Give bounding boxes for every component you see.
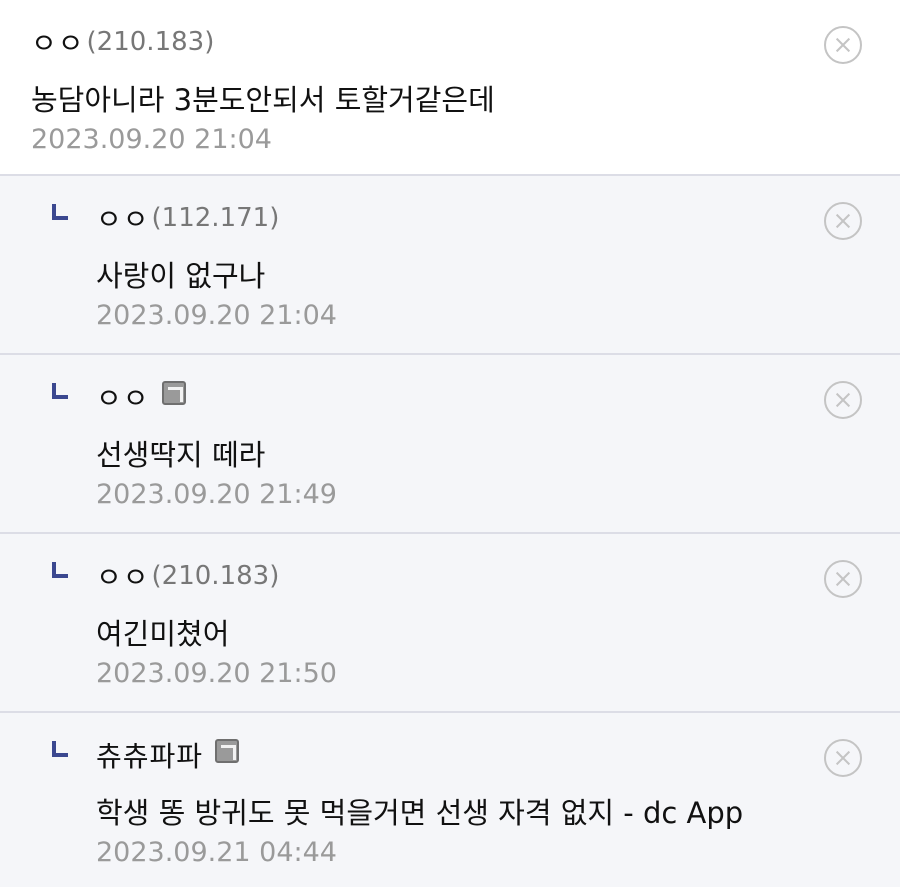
- comment-date: 2023.09.21 04:44: [96, 837, 337, 868]
- comment-date: 2023.09.20 21:04: [31, 124, 272, 155]
- nickname[interactable]: ㅇㅇ: [96, 377, 150, 417]
- fixed-nick-icon: [161, 381, 186, 405]
- comment-date: 2023.09.20 21:04: [96, 300, 337, 331]
- reply-arrow-icon: [52, 741, 68, 757]
- comment-author: ㅇㅇ (112.171): [96, 198, 279, 238]
- ip-address: (210.183): [86, 27, 215, 57]
- reply-arrow-icon: [52, 562, 68, 578]
- comment-author: ㅇㅇ (210.183): [96, 556, 279, 596]
- reply-item: ㅇㅇ 선생딱지 떼라 2023.09.20 21:49: [0, 355, 900, 534]
- reply-arrow-icon: [52, 204, 68, 220]
- delete-icon[interactable]: [824, 381, 862, 419]
- reply-item: ㅇㅇ (112.171) 사랑이 없구나 2023.09.20 21:04: [0, 176, 900, 355]
- ip-address: (112.171): [151, 203, 280, 233]
- reply-arrow-icon: [52, 383, 68, 399]
- comment-author: ㅇㅇ: [96, 377, 186, 417]
- comment-date: 2023.09.20 21:49: [96, 479, 337, 510]
- comment-author: 츄츄파파: [96, 735, 240, 775]
- ip-address: (210.183): [151, 561, 280, 591]
- nickname[interactable]: ㅇㅇ: [31, 22, 85, 62]
- delete-icon[interactable]: [824, 202, 862, 240]
- reply-item: 츄츄파파 학생 똥 방귀도 못 먹을거면 선생 자격 없지 - dc App 2…: [0, 713, 900, 887]
- comment-text: 농담아니라 3분도안되서 토할거같은데: [31, 83, 495, 117]
- comment-text: 선생딱지 떼라: [96, 438, 266, 472]
- delete-icon[interactable]: [824, 560, 862, 598]
- comment-text: 사랑이 없구나: [96, 259, 266, 293]
- delete-icon[interactable]: [824, 739, 862, 777]
- nickname[interactable]: ㅇㅇ: [96, 198, 150, 238]
- comment-list: ㅇㅇ (210.183) 농담아니라 3분도안되서 토할거같은데 2023.09…: [0, 0, 900, 887]
- nickname[interactable]: ㅇㅇ: [96, 556, 150, 596]
- comment-text: 학생 똥 방귀도 못 먹을거면 선생 자격 없지 - dc App: [96, 796, 744, 830]
- comment-item: ㅇㅇ (210.183) 농담아니라 3분도안되서 토할거같은데 2023.09…: [0, 0, 900, 176]
- comment-author: ㅇㅇ (210.183): [31, 22, 214, 62]
- delete-icon[interactable]: [824, 26, 862, 64]
- comment-text: 여긴미쳤어: [96, 617, 230, 651]
- comment-date: 2023.09.20 21:50: [96, 658, 337, 689]
- nickname[interactable]: 츄츄파파: [96, 735, 203, 775]
- reply-item: ㅇㅇ (210.183) 여긴미쳤어 2023.09.20 21:50: [0, 534, 900, 713]
- fixed-nick-icon: [215, 739, 240, 763]
